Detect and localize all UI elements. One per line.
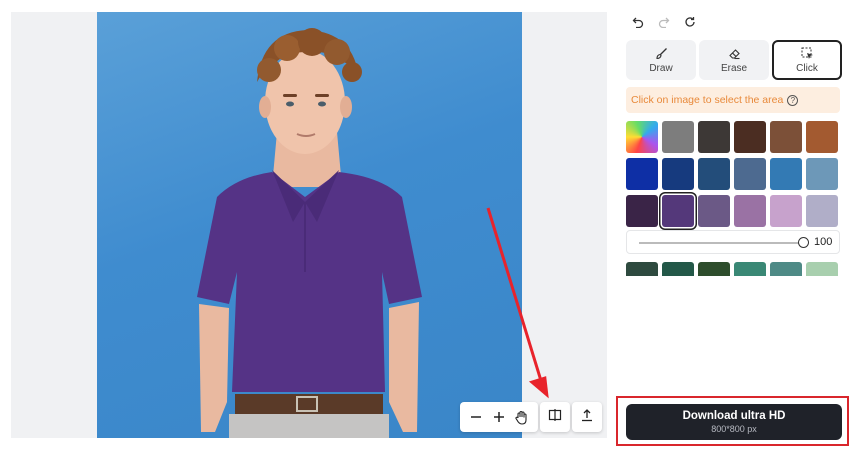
upload-icon bbox=[580, 408, 594, 427]
slider-track[interactable] bbox=[639, 242, 804, 244]
zoom-out-icon[interactable] bbox=[465, 406, 487, 428]
color-swatch[interactable] bbox=[662, 158, 694, 190]
edited-photo[interactable] bbox=[97, 12, 522, 438]
history-controls bbox=[630, 14, 698, 30]
download-size: 800*800 px bbox=[711, 424, 757, 434]
color-swatch[interactable] bbox=[626, 158, 658, 190]
download-label: Download ultra HD bbox=[682, 410, 786, 422]
color-swatch[interactable] bbox=[626, 262, 658, 276]
color-palette-more bbox=[626, 262, 838, 276]
opacity-slider[interactable]: 100 bbox=[626, 230, 840, 254]
export-button[interactable] bbox=[572, 402, 602, 432]
color-swatch[interactable] bbox=[770, 195, 802, 227]
refresh-icon[interactable] bbox=[682, 14, 698, 30]
help-icon[interactable]: ? bbox=[787, 94, 799, 106]
mode-erase[interactable]: Erase bbox=[699, 40, 769, 80]
select-cursor-icon bbox=[801, 46, 814, 60]
color-swatch[interactable] bbox=[770, 121, 802, 153]
instruction-hint: Click on image to select the area ? bbox=[626, 87, 840, 113]
color-swatch[interactable] bbox=[734, 121, 766, 153]
color-swatch[interactable] bbox=[698, 121, 730, 153]
color-swatch[interactable] bbox=[698, 158, 730, 190]
slider-thumb[interactable] bbox=[798, 237, 809, 248]
zoom-toolbar bbox=[460, 402, 538, 432]
color-swatch[interactable] bbox=[770, 262, 802, 276]
color-swatch[interactable] bbox=[806, 262, 838, 276]
hand-icon[interactable] bbox=[511, 406, 533, 428]
color-swatch[interactable] bbox=[626, 195, 658, 227]
download-highlight: Download ultra HD 800*800 px bbox=[616, 396, 849, 446]
mode-draw[interactable]: Draw bbox=[626, 40, 696, 80]
mode-click-label: Click bbox=[796, 63, 818, 74]
redo-icon[interactable] bbox=[656, 14, 672, 30]
mode-selector: Draw Erase Click bbox=[626, 40, 842, 80]
color-swatch[interactable] bbox=[770, 158, 802, 190]
color-swatch[interactable] bbox=[734, 158, 766, 190]
color-swatch[interactable] bbox=[698, 195, 730, 227]
color-swatch[interactable] bbox=[806, 158, 838, 190]
zoom-in-icon[interactable] bbox=[488, 406, 510, 428]
color-swatch[interactable] bbox=[662, 262, 694, 276]
color-swatch[interactable] bbox=[662, 195, 694, 227]
hint-text: Click on image to select the area bbox=[631, 94, 784, 106]
editor-panel: Draw Erase Click Click on image to selec… bbox=[616, 0, 850, 449]
color-swatch[interactable] bbox=[806, 195, 838, 227]
download-button[interactable]: Download ultra HD 800*800 px bbox=[626, 404, 842, 440]
color-palette bbox=[626, 121, 838, 227]
annotation-arrow bbox=[486, 207, 549, 399]
split-view-icon bbox=[548, 408, 562, 427]
color-swatch[interactable] bbox=[698, 262, 730, 276]
color-swatch[interactable] bbox=[734, 195, 766, 227]
custom-color-picker[interactable] bbox=[626, 121, 658, 153]
slider-value: 100 bbox=[814, 236, 833, 248]
mode-draw-label: Draw bbox=[649, 63, 673, 74]
color-swatch[interactable] bbox=[806, 121, 838, 153]
mode-erase-label: Erase bbox=[720, 63, 748, 74]
eraser-icon bbox=[728, 46, 741, 60]
color-swatch[interactable] bbox=[734, 262, 766, 276]
portrait-illustration bbox=[197, 28, 422, 438]
compare-button[interactable] bbox=[540, 402, 570, 432]
color-swatch[interactable] bbox=[662, 121, 694, 153]
mode-click[interactable]: Click bbox=[772, 40, 842, 80]
undo-icon[interactable] bbox=[630, 14, 646, 30]
brush-icon bbox=[655, 46, 668, 60]
